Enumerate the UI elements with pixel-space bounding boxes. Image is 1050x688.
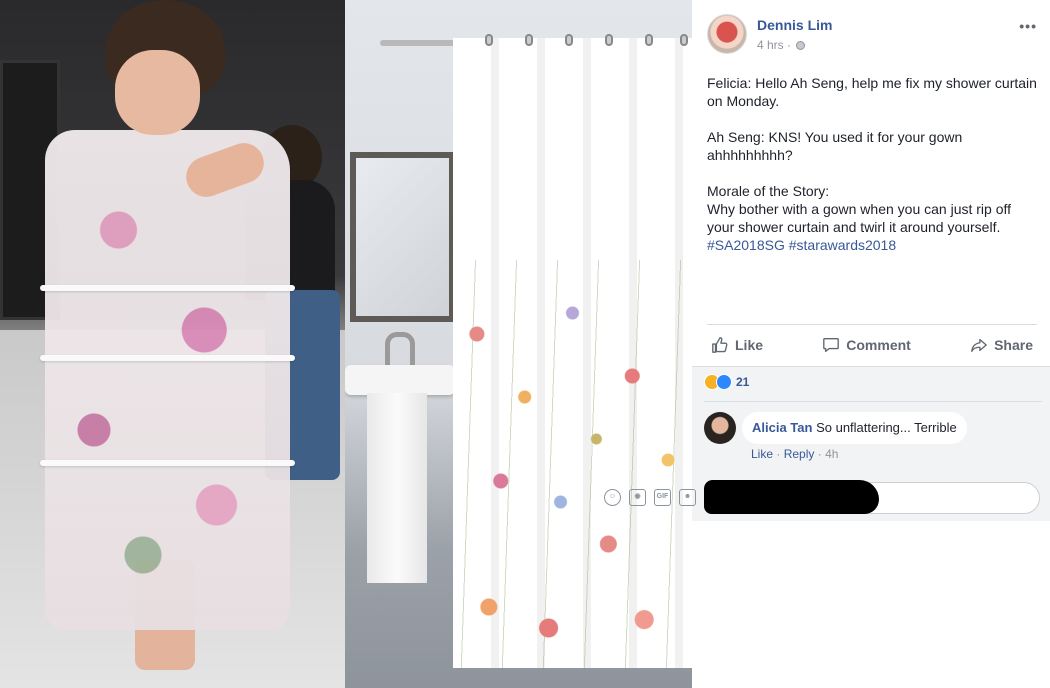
faucet — [385, 332, 415, 367]
hashtags: #SA2018SG #starawards2018 — [707, 236, 1037, 254]
composer-icons: ☺ ◉ GIF ☻ — [604, 489, 696, 506]
emoji-icon[interactable]: ☺ — [604, 489, 621, 506]
photo-right-shower-curtain — [345, 0, 692, 688]
comment-icon — [823, 338, 840, 352]
post-paragraph: Why bother with a gown when you can just… — [707, 201, 1012, 235]
post-photo[interactable] — [0, 0, 692, 688]
post-sidebar: Dennis Lim 4 hrs · ••• Felicia: Hello Ah… — [692, 0, 1050, 688]
woman-face — [115, 50, 200, 135]
meta-separator: · — [787, 38, 792, 52]
like-reaction-icon — [716, 374, 732, 390]
share-icon — [971, 338, 987, 352]
floral-dress — [45, 130, 290, 630]
redacted-scribble — [704, 480, 879, 514]
share-button[interactable]: Share — [966, 336, 1037, 354]
gif-icon[interactable]: GIF — [654, 489, 671, 506]
curtain-floral-print — [453, 250, 692, 670]
post-body: Felicia: Hello Ah Seng, help me fix my s… — [707, 74, 1037, 254]
hashtag-link[interactable]: #starawards2018 — [789, 237, 896, 253]
sticker-icon[interactable]: ☻ — [679, 489, 696, 506]
reactions-summary[interactable]: 21 — [704, 374, 749, 390]
comment-like-link[interactable]: Like — [751, 447, 773, 461]
like-button[interactable]: Like — [707, 336, 767, 354]
author-name[interactable]: Dennis Lim — [757, 17, 832, 33]
bathroom-mirror — [350, 152, 455, 322]
more-options-icon[interactable]: ••• — [1019, 18, 1037, 34]
post-paragraph: Morale of the Story: — [707, 183, 830, 199]
post-meta: 4 hrs · — [757, 38, 806, 52]
comment-button[interactable]: Comment — [818, 336, 915, 354]
photo-left-woman-in-dress — [0, 0, 345, 688]
post-time[interactable]: 4 hrs — [757, 38, 784, 52]
reaction-count: 21 — [736, 375, 750, 389]
reactions-divider — [704, 401, 1042, 402]
comment-time[interactable]: 4h — [825, 447, 838, 461]
post-actions: Like Comment Share — [707, 330, 1037, 360]
sink — [345, 365, 455, 395]
author-avatar[interactable] — [707, 14, 747, 54]
post-paragraph: Felicia: Hello Ah Seng, help me fix my s… — [707, 75, 1037, 109]
post-header: Dennis Lim 4 hrs · ••• — [707, 14, 1037, 58]
comment-reply-link[interactable]: Reply — [784, 447, 815, 461]
sink-pedestal — [367, 393, 427, 583]
camera-icon[interactable]: ◉ — [629, 489, 646, 506]
comment-actions: Like · Reply · 4h — [751, 447, 839, 461]
actions-divider-top — [707, 324, 1037, 325]
post-paragraph: Ah Seng: KNS! You used it for your gown … — [707, 129, 963, 163]
thumbs-up-icon — [712, 337, 728, 353]
globe-icon[interactable] — [796, 41, 806, 50]
comment-bubble: Alicia Tan So unflattering... Terrible — [742, 412, 967, 444]
facebook-photo-viewer: Dennis Lim 4 hrs · ••• Felicia: Hello Ah… — [0, 0, 1050, 688]
commenter-avatar[interactable] — [704, 412, 736, 444]
hashtag-link[interactable]: #SA2018SG — [707, 237, 785, 253]
commenter-name[interactable]: Alicia Tan — [752, 420, 812, 435]
comment-text: So unflattering... Terrible — [816, 420, 957, 435]
